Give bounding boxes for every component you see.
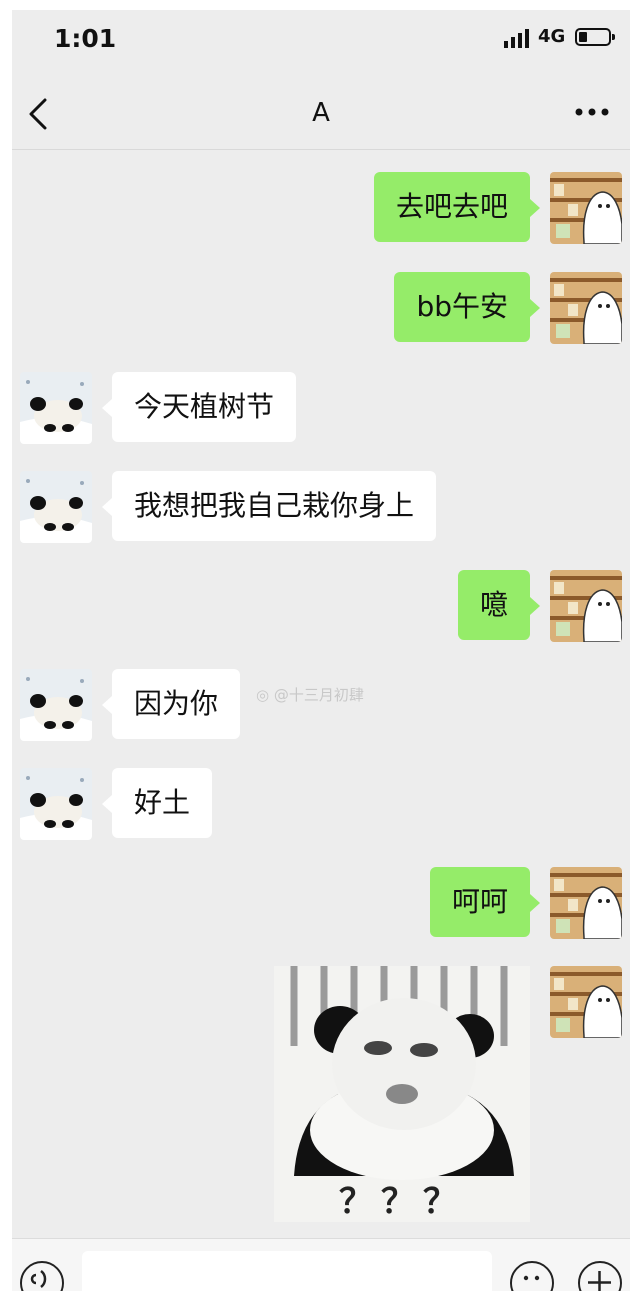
my-avatar[interactable] [550,867,622,939]
weibo-icon: ◎ [256,686,270,704]
emoji-icon[interactable] [510,1261,554,1291]
message-bubble[interactable]: 因为你 [112,669,241,739]
network-label: 4G [538,26,566,47]
sticker-image[interactable]: ？？？ [274,966,530,1222]
contact-avatar[interactable] [20,768,92,840]
message-bubble[interactable]: 我想把我自己栽你身上 [112,471,437,541]
message-bubble[interactable]: 好土 [112,768,213,838]
message-bubble[interactable]: 去吧去吧 [373,172,530,242]
sticker-caption: ？？？ [339,1182,465,1222]
voice-icon[interactable] [20,1261,64,1291]
status-bar: 1:01 4G [12,10,630,70]
my-avatar[interactable] [550,570,622,642]
signal-icon [504,29,529,48]
message-input[interactable] [82,1251,492,1291]
more-dots-icon[interactable] [574,100,610,124]
contact-avatar[interactable] [20,471,92,543]
my-avatar[interactable] [550,272,622,344]
my-avatar[interactable] [550,172,622,244]
battery-icon [575,28,615,46]
watermark: ◎ @十三月初肆 [256,684,364,705]
contact-avatar[interactable] [20,669,92,741]
message-bubble[interactable]: bb午安 [394,272,530,342]
input-bar [12,1238,630,1291]
chat-title: A [312,98,330,128]
message-bubble[interactable]: 噫 [457,570,530,640]
contact-avatar[interactable] [20,372,92,444]
chat-screen: 1:01 4G A 去吧去吧 bb午安 今天植树节 我想把我自己栽你身上 噫 因… [12,10,630,1291]
chat-header: A [12,78,630,150]
message-bubble[interactable]: 今天植树节 [112,372,297,442]
my-avatar[interactable] [550,966,622,1038]
message-bubble[interactable]: 呵呵 [429,867,530,937]
watermark-text: @十三月初肆 [273,686,364,704]
status-time: 1:01 [54,24,117,53]
plus-icon[interactable] [578,1261,622,1291]
